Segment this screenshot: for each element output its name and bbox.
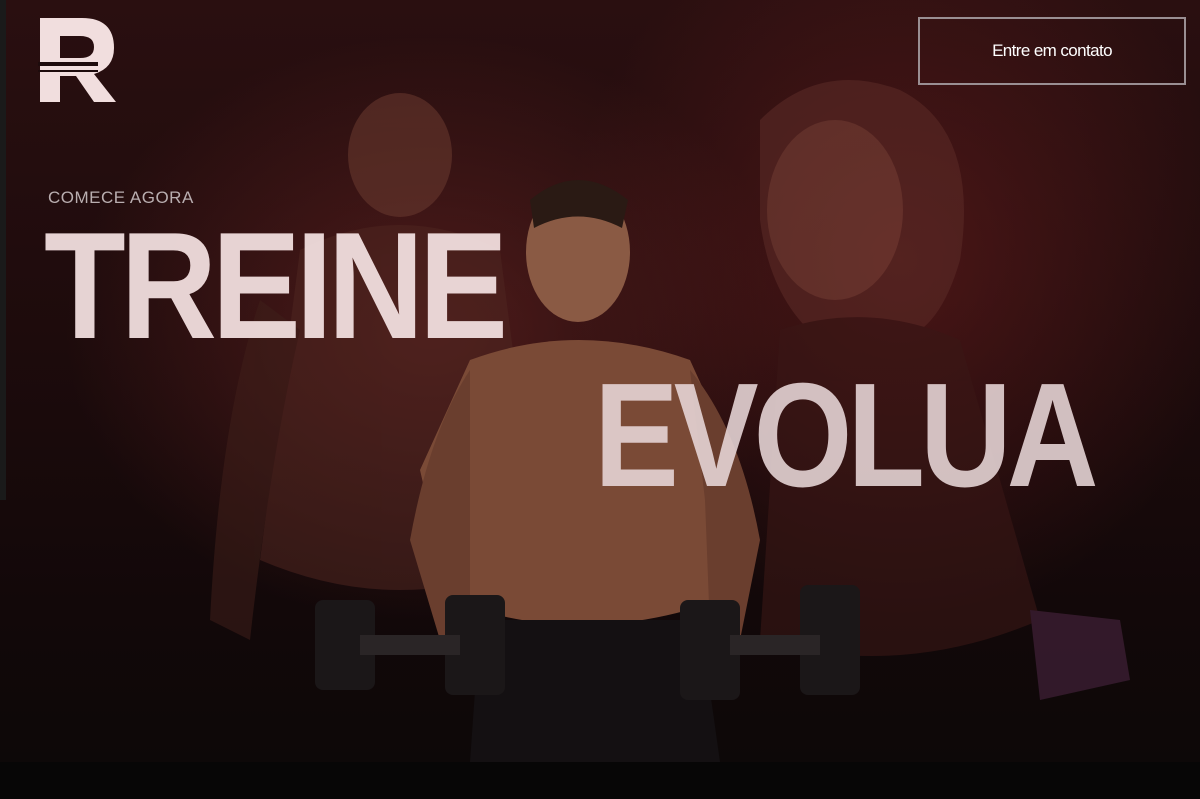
left-edge-bar	[0, 0, 6, 500]
hero-section: Entre em contato COMECE AGORA TREINE EVO…	[0, 0, 1200, 762]
brand-logo-icon	[38, 18, 116, 102]
contact-button[interactable]: Entre em contato	[918, 17, 1186, 85]
bottom-strip	[0, 762, 1200, 799]
headline-evolua: EVOLUA	[594, 353, 1099, 518]
headline-treine: TREINE	[44, 201, 508, 371]
